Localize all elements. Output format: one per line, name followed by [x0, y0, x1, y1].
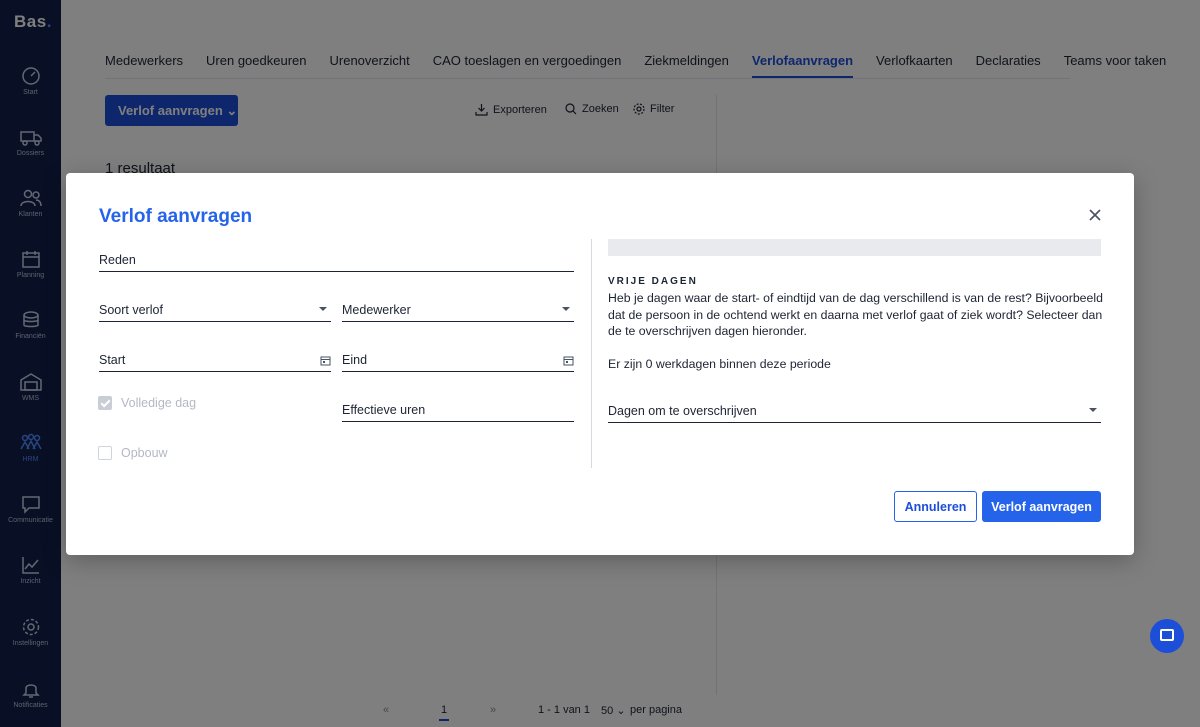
effectieve-uren-field[interactable]: Effectieve uren [342, 396, 574, 422]
volledige-dag-checkbox[interactable]: Volledige dag [98, 396, 196, 410]
caret-down-icon [1089, 408, 1097, 412]
close-icon[interactable] [1087, 207, 1103, 223]
start-label: Start [99, 353, 126, 367]
checkbox-box[interactable] [98, 446, 112, 460]
dagen-overschrijven-label: Dagen om te overschrijven [608, 404, 757, 418]
eind-label: Eind [342, 353, 368, 367]
start-date-field[interactable]: Start [99, 346, 331, 372]
caret-down-icon [319, 307, 327, 311]
verlof-aanvragen-dialog: Verlof aanvragen Reden Soort verlof Mede… [66, 173, 1134, 555]
vrije-dagen-description: Heb je dagen waar de start- of eindtijd … [608, 291, 1103, 339]
reden-label: Reden [99, 253, 136, 267]
placeholder-bar [608, 239, 1101, 256]
caret-down-icon [562, 307, 570, 311]
end-date-field[interactable]: Eind [342, 346, 574, 372]
calendar-icon[interactable] [320, 355, 331, 366]
column-divider [591, 239, 592, 468]
effectieve-uren-label: Effectieve uren [342, 403, 426, 417]
vrije-dagen-heading: VRIJE DAGEN [608, 276, 698, 287]
soort-verlof-label: Soort verlof [99, 303, 163, 317]
chat-icon [1160, 629, 1174, 641]
dialog-title: Verlof aanvragen [99, 206, 253, 227]
calendar-icon[interactable] [563, 355, 574, 366]
opbouw-checkbox[interactable]: Opbouw [98, 446, 168, 460]
volledige-dag-label: Volledige dag [121, 396, 197, 410]
soort-verlof-select[interactable]: Soort verlof [99, 296, 331, 322]
reden-field[interactable]: Reden [99, 246, 574, 272]
chat-button[interactable] [1150, 619, 1184, 653]
opbouw-label: Opbouw [121, 446, 168, 460]
submit-button[interactable]: Verlof aanvragen [982, 491, 1101, 522]
medewerker-select[interactable]: Medewerker [342, 296, 574, 322]
medewerker-label: Medewerker [342, 303, 411, 317]
workdays-count: Er zijn 0 werkdagen binnen deze periode [608, 357, 831, 371]
checkbox-box[interactable] [98, 396, 112, 410]
dagen-overschrijven-select[interactable]: Dagen om te overschrijven [608, 397, 1101, 423]
cancel-button[interactable]: Annuleren [894, 491, 977, 522]
